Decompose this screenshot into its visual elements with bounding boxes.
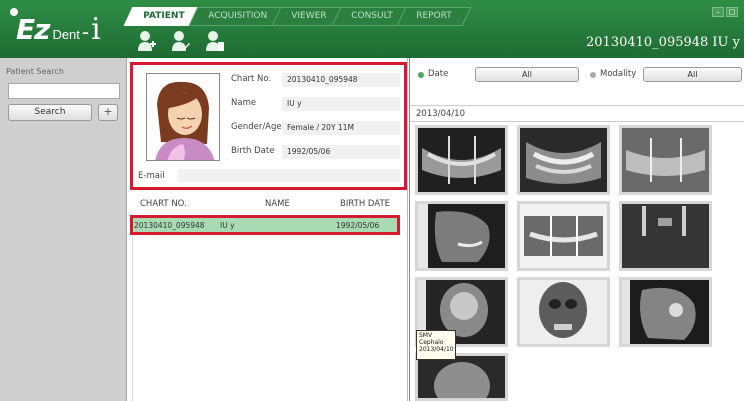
chart-no-label: Chart No.	[231, 74, 272, 84]
add-patient-button[interactable]: +	[98, 104, 118, 121]
app-logo: Ez Dent - i	[10, 8, 101, 47]
row-birth-date: 1992/05/06	[336, 221, 380, 230]
xray-thumbnail[interactable]	[517, 201, 610, 271]
xray-thumbnail[interactable]	[415, 353, 508, 401]
chart-no-row: Chart No. 20130410_095948	[231, 73, 400, 89]
logo-i: i	[91, 12, 101, 47]
gender-age-label: Gender/Age	[231, 122, 282, 132]
modality-dropdown[interactable]: All	[643, 67, 742, 82]
maximize-icon[interactable]: □	[726, 7, 738, 17]
date-radio[interactable]	[418, 72, 424, 78]
patient-list-header: CHART NO. NAME BIRTH DATE	[130, 196, 406, 212]
column-birth-date[interactable]: BIRTH DATE	[340, 199, 390, 209]
logo-dot-icon	[10, 8, 18, 16]
delete-patient-icon[interactable]	[205, 30, 225, 52]
search-panel: Patient Search Search +	[0, 58, 127, 401]
logo-dent: Dent	[52, 27, 80, 42]
gender-age-value: Female / 20Y 11M	[282, 121, 400, 135]
xray-thumbnail[interactable]	[415, 125, 508, 195]
column-name[interactable]: NAME	[265, 199, 290, 209]
logo-dash: -	[81, 20, 90, 44]
main-tabs: PATIENT ACQUISITION VIEWER CONSULT REPOR…	[123, 7, 472, 26]
birth-date-value: 1992/05/06	[282, 145, 400, 159]
patient-avatar	[146, 73, 220, 161]
patient-list-body	[132, 236, 398, 401]
column-chart-no[interactable]: CHART NO.	[140, 199, 187, 209]
search-button[interactable]: Search	[8, 104, 92, 121]
table-row[interactable]: 20130410_095948 IU y 1992/05/06	[130, 215, 400, 235]
image-panel: Date All Modality All 2013/04/10 SMV Cep…	[409, 58, 744, 401]
modality-filter-label: Modality	[600, 69, 637, 79]
new-patient-icon[interactable]	[137, 30, 157, 52]
logo-brand: Ez	[16, 13, 50, 46]
email-label: E-mail	[138, 171, 165, 181]
xray-thumbnail[interactable]	[619, 201, 712, 271]
date-filter-label: Date	[428, 69, 449, 79]
birth-date-label: Birth Date	[231, 146, 275, 156]
search-title: Patient Search	[6, 67, 64, 76]
row-chart-no: 20130410_095948	[134, 221, 205, 230]
xray-thumbnail[interactable]	[415, 201, 508, 271]
xray-thumbnail[interactable]	[517, 277, 610, 347]
tooltip-modality: SMV	[419, 332, 433, 339]
patient-panel: Chart No. 20130410_095948 Name IU y Gend…	[128, 58, 408, 401]
tooltip-date: 2013/04/10	[419, 346, 454, 353]
window-controls: – □	[712, 7, 738, 17]
gender-age-row: Gender/Age Female / 20Y 11M	[231, 121, 400, 137]
date-divider	[410, 121, 744, 122]
row-name: IU y	[220, 221, 235, 230]
edit-patient-icon[interactable]	[171, 30, 191, 52]
xray-thumbnail[interactable]	[619, 277, 712, 347]
name-label: Name	[231, 98, 257, 108]
image-tooltip: SMV Cephalo 2013/04/10	[416, 330, 456, 360]
patient-info-card: Chart No. 20130410_095948 Name IU y Gend…	[130, 62, 407, 190]
date-dropdown[interactable]: All	[475, 67, 579, 82]
chart-no-value: 20130410_095948	[282, 73, 400, 87]
xray-thumbnail[interactable]	[619, 125, 712, 195]
patient-toolbar	[137, 30, 225, 52]
tooltip-type: Cephalo	[419, 339, 444, 346]
email-field	[178, 169, 400, 182]
name-row: Name IU y	[231, 97, 400, 113]
xray-thumbnail[interactable]	[517, 125, 610, 195]
modality-radio[interactable]	[590, 72, 596, 78]
search-input[interactable]	[8, 83, 120, 99]
image-date-heading: 2013/04/10	[416, 109, 465, 119]
birth-date-row: Birth Date 1992/05/06	[231, 145, 400, 161]
app-header: Ez Dent - i PATIENT ACQUISITION VIEWER C…	[0, 0, 744, 58]
tab-report[interactable]: REPORT	[396, 7, 472, 26]
minimize-icon[interactable]: –	[712, 7, 724, 17]
name-value: IU y	[282, 97, 400, 111]
filter-bar: Date All Modality All	[410, 58, 744, 106]
current-patient-label: 20130410_095948 IU y	[586, 35, 740, 50]
